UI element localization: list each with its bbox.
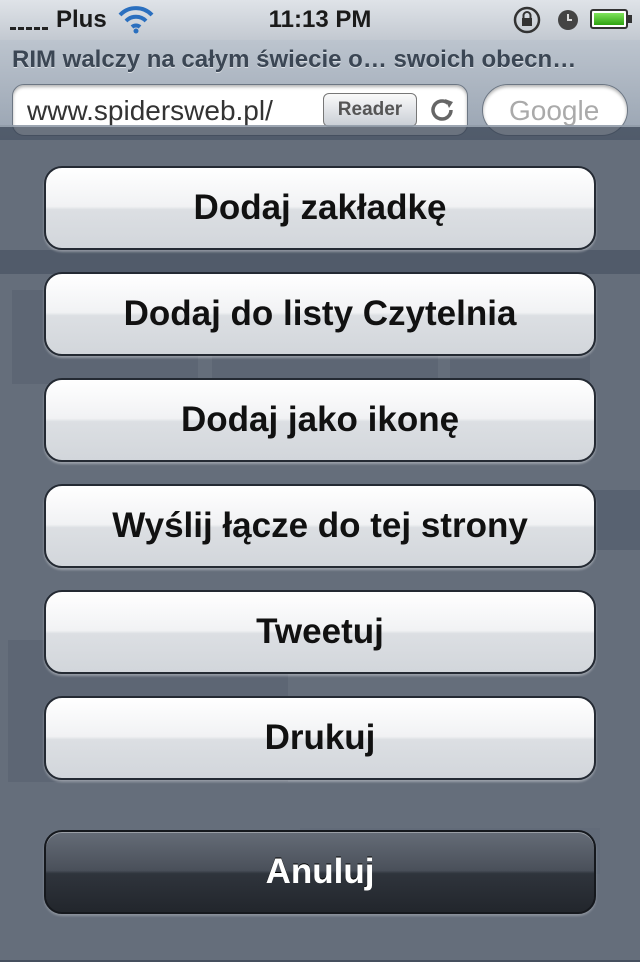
battery-icon	[590, 9, 632, 29]
tweet-button[interactable]: Tweetuj	[44, 590, 596, 674]
add-bookmark-button[interactable]: Dodaj zakładkę	[44, 166, 596, 250]
reload-icon[interactable]	[427, 95, 457, 125]
battery-level	[594, 13, 624, 25]
action-sheet: Dodaj zakładkę Dodaj do listy Czytelnia …	[0, 125, 640, 960]
url-text: www.spidersweb.pl/	[27, 95, 273, 126]
reader-button[interactable]: Reader	[323, 93, 417, 127]
mail-link-button[interactable]: Wyślij łącze do tej strony	[44, 484, 596, 568]
add-to-reading-list-button[interactable]: Dodaj do listy Czytelnia	[44, 272, 596, 356]
alarm-clock-icon	[558, 10, 578, 30]
search-placeholder: Google	[509, 95, 600, 126]
rotation-lock-icon	[513, 6, 541, 34]
print-button[interactable]: Drukuj	[44, 696, 596, 780]
page-title: RIM walczy na całym świecie o… swoich ob…	[12, 46, 577, 73]
add-to-home-screen-button[interactable]: Dodaj jako ikonę	[44, 378, 596, 462]
status-clock: 11:13 PM	[268, 6, 372, 33]
cancel-button[interactable]: Anuluj	[44, 830, 596, 914]
status-bar: Plus 11:13 PM	[0, 0, 640, 40]
